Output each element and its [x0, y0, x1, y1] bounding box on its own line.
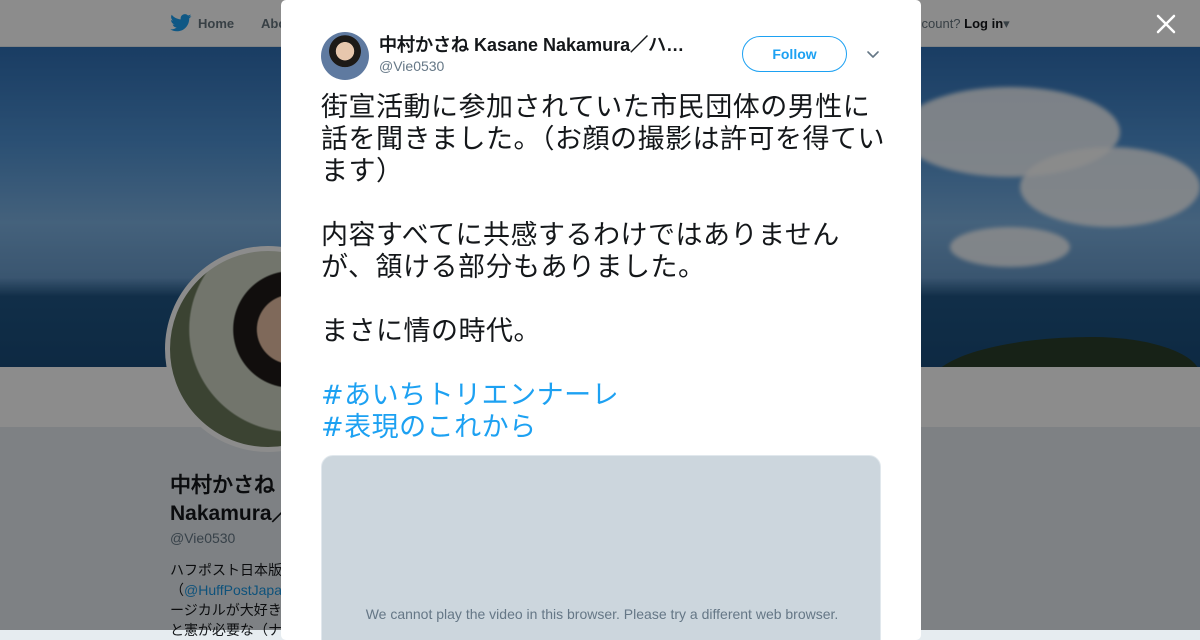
- tweet-text: 街宣活動に参加されていた市民団体の男性に話を聞きました。（お顔の撮影は許可を得て…: [321, 92, 886, 444]
- tweet-text-paragraph: まさに情の時代。: [321, 316, 541, 347]
- video-error-message: We cannot play the video in this browser…: [365, 606, 839, 622]
- hashtag-link[interactable]: #表現のこれから: [321, 412, 886, 444]
- tweet-author-name[interactable]: 中村かさね Kasane Nakamura／ハ…: [379, 33, 694, 57]
- close-icon[interactable]: [1152, 10, 1180, 38]
- tweet-text-paragraph: 街宣活動に参加されていた市民団体の男性に話を聞きました。（お顔の撮影は許可を得て…: [321, 92, 885, 187]
- tweet-author-handle[interactable]: @Vie0530: [379, 58, 444, 74]
- tweet-text-paragraph: 内容すべてに共感するわけではありませんが、頷ける部分もありました。: [321, 220, 840, 283]
- tweet-modal: 中村かさね Kasane Nakamura／ハ… @Vie0530 Follow…: [281, 0, 921, 640]
- hashtag-link[interactable]: #あいちトリエンナーレ: [321, 380, 886, 412]
- chevron-down-icon[interactable]: [865, 46, 881, 62]
- tweet-author-avatar[interactable]: [321, 32, 369, 80]
- follow-button[interactable]: Follow: [742, 36, 847, 72]
- video-player[interactable]: We cannot play the video in this browser…: [321, 455, 881, 640]
